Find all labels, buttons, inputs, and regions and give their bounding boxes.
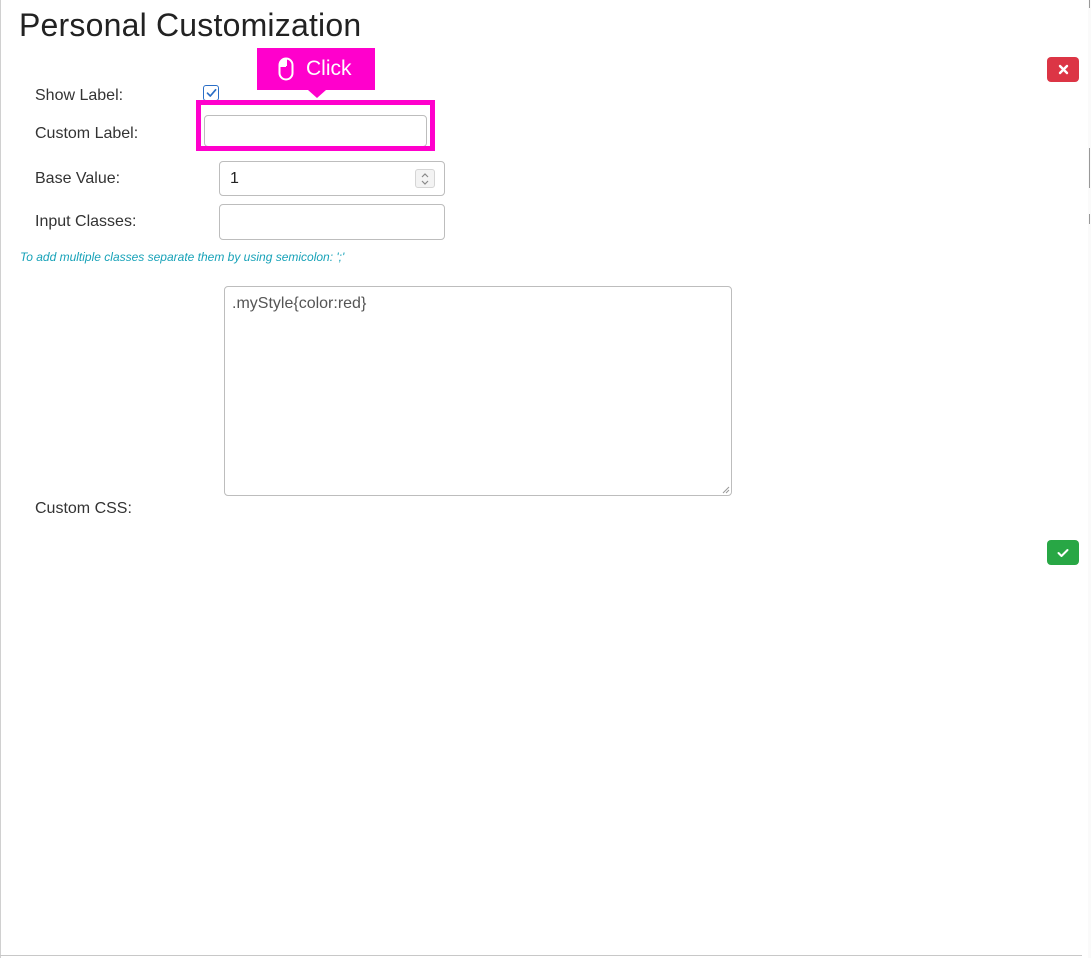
- custom-label-label: Custom Label:: [35, 125, 139, 142]
- dialog-bottom-border: [0, 955, 1082, 956]
- close-button[interactable]: [1047, 57, 1079, 82]
- click-target-highlight: [196, 100, 435, 151]
- click-annotation: Click: [257, 48, 375, 98]
- click-annotation-label: Click: [306, 57, 352, 80]
- mouse-icon: [278, 57, 294, 81]
- input-classes-label: Input Classes:: [35, 213, 137, 230]
- check-icon: [1057, 548, 1069, 557]
- input-classes-hint: To add multiple classes separate them by…: [20, 250, 345, 264]
- confirm-button[interactable]: [1047, 540, 1079, 565]
- number-spinner[interactable]: [415, 169, 435, 188]
- checkmark-icon: [206, 88, 216, 97]
- input-classes-input[interactable]: [219, 204, 445, 240]
- spinner-arrows-icon: [421, 172, 429, 185]
- dialog-title: Personal Customization: [19, 7, 362, 43]
- close-icon: [1058, 64, 1068, 75]
- resize-grip-icon[interactable]: [720, 484, 730, 494]
- base-value-text: 1: [230, 170, 239, 187]
- show-label-label: Show Label:: [35, 87, 124, 104]
- custom-css-label: Custom CSS:: [35, 500, 132, 517]
- base-value-label: Base Value:: [35, 170, 121, 187]
- custom-css-textarea[interactable]: .myStyle{color:red}: [224, 286, 732, 496]
- annotation-pointer: [308, 90, 326, 98]
- personal-customization-dialog: Personal Customization Show Label: Custo…: [0, 0, 1091, 958]
- show-label-checkbox[interactable]: [203, 85, 219, 101]
- base-value-number-input[interactable]: 1: [219, 161, 445, 196]
- dialog-left-border: [0, 0, 1, 958]
